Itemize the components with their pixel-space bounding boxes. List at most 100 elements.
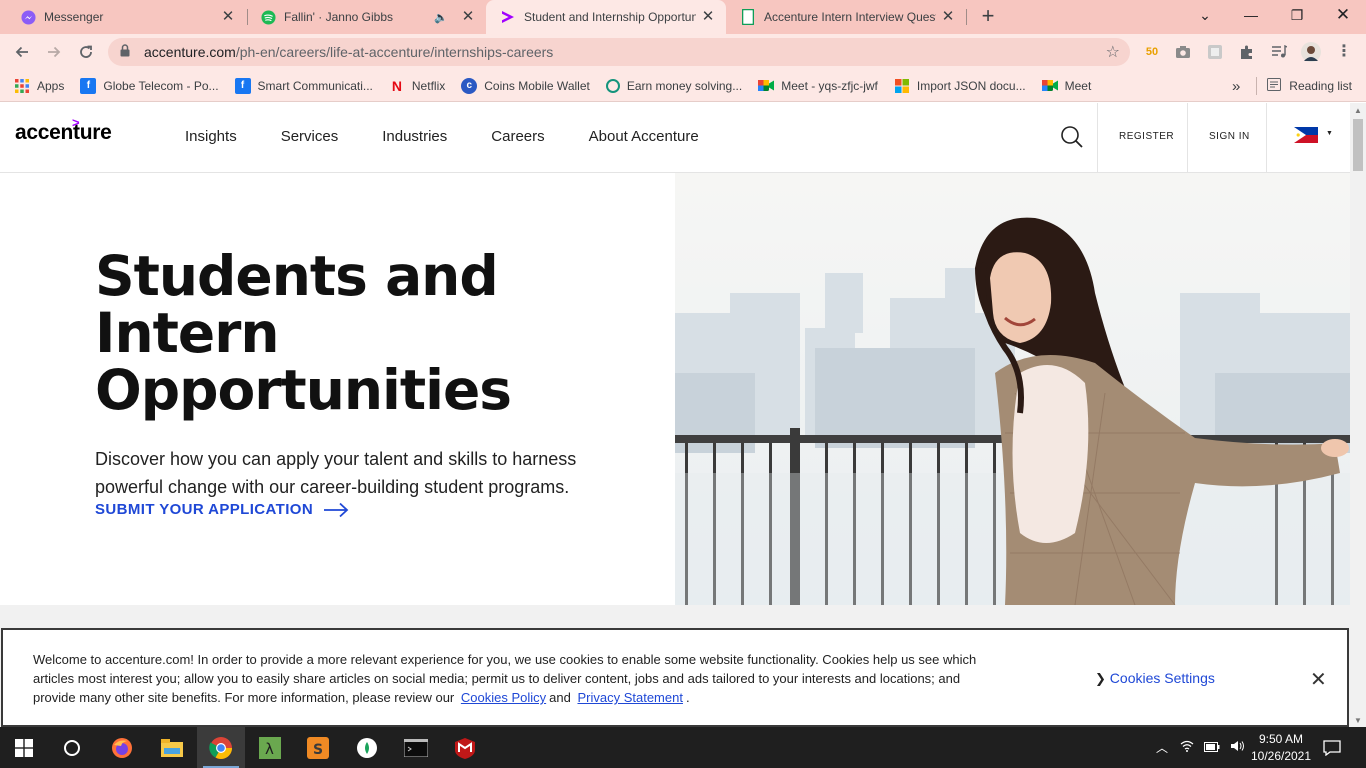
cortana-search-icon[interactable]	[48, 727, 96, 768]
bookmark-meet[interactable]: Meet	[1041, 78, 1091, 94]
sign-in-button[interactable]: SIGN IN	[1209, 131, 1250, 142]
lock-icon[interactable]	[120, 44, 134, 60]
search-icon[interactable]	[1060, 125, 1084, 149]
bookmarks-overflow-button[interactable]: »	[1232, 78, 1240, 95]
wifi-icon[interactable]	[1180, 740, 1194, 755]
close-tab-icon[interactable]: ✕	[700, 9, 716, 25]
notifications-icon[interactable]	[1310, 727, 1354, 768]
profile-avatar[interactable]	[1301, 42, 1321, 62]
tab-title: Accenture Intern Interview Quest	[764, 10, 936, 24]
extensions-puzzle-icon[interactable]	[1237, 42, 1257, 62]
bookmark-apps[interactable]: Apps	[14, 78, 64, 94]
tab-messenger[interactable]: Messenger ✕	[6, 0, 246, 34]
minimize-button[interactable]: —	[1228, 0, 1274, 30]
sheets-icon	[740, 9, 756, 25]
chevron-right-icon: ❯	[1095, 671, 1106, 686]
close-icon[interactable]: ✕	[1310, 667, 1327, 692]
scrollbar-thumb[interactable]	[1353, 119, 1363, 171]
bookmark-coins[interactable]: c Coins Mobile Wallet	[461, 77, 590, 94]
cookies-settings-link[interactable]: ❯ Cookies Settings	[1095, 670, 1215, 687]
firefox-icon[interactable]	[98, 727, 146, 768]
back-button[interactable]	[8, 38, 36, 66]
reload-button[interactable]	[72, 38, 100, 66]
terminal-icon[interactable]	[392, 727, 440, 768]
cookies-policy-link[interactable]: Cookies Policy	[461, 690, 546, 705]
file-explorer-icon[interactable]	[148, 727, 196, 768]
nav-about-accenture[interactable]: About Accenture	[589, 128, 699, 145]
battery-icon[interactable]	[1204, 741, 1220, 755]
screenshot-extension-icon[interactable]	[1173, 42, 1193, 62]
privacy-statement-link[interactable]: Privacy Statement	[577, 690, 683, 705]
scroll-down-icon[interactable]: ▼	[1354, 716, 1362, 725]
nav-careers[interactable]: Careers	[491, 128, 544, 145]
cookie-message: Welcome to accenture.com! In order to pr…	[33, 650, 998, 707]
restore-button[interactable]: ❐	[1274, 0, 1320, 30]
hero-text: Students and Intern Opportunities Discov…	[95, 248, 675, 501]
new-tab-button[interactable]: +	[976, 4, 1000, 28]
bookmark-globe-telecom[interactable]: f Globe Telecom - Po...	[80, 77, 219, 94]
chrome-taskbar-icon[interactable]	[197, 727, 245, 768]
audio-playing-icon[interactable]: 🔈	[434, 11, 448, 24]
accenture-icon	[500, 9, 516, 25]
close-tab-icon[interactable]: ✕	[940, 9, 956, 25]
lambda-app-icon[interactable]: λ	[246, 727, 294, 768]
meet-icon	[758, 78, 775, 94]
mcafee-icon[interactable]	[441, 727, 489, 768]
tab-search-icon[interactable]: ⌄	[1182, 0, 1228, 30]
forward-button[interactable]	[40, 38, 68, 66]
country-dropdown-caret-icon[interactable]: ▼	[1326, 130, 1333, 137]
close-tab-icon[interactable]: ✕	[460, 9, 476, 25]
system-clock[interactable]: 9:50 AM 10/26/2021	[1248, 731, 1314, 765]
volume-icon[interactable]	[1230, 740, 1246, 755]
bookmark-star-icon[interactable]: ☆	[1106, 42, 1120, 62]
close-tab-icon[interactable]: ✕	[220, 9, 236, 25]
bookmark-netflix[interactable]: N Netflix	[389, 78, 445, 94]
bookmark-earn-money[interactable]: Earn money solving...	[605, 78, 743, 93]
bookmark-label: Coins Mobile Wallet	[484, 78, 590, 93]
nav-insights[interactable]: Insights	[185, 128, 237, 145]
close-window-button[interactable]: ✕	[1320, 0, 1366, 30]
show-hidden-icons-icon[interactable]: ︿	[1156, 739, 1168, 756]
bookmarks-right: » Reading list	[1232, 70, 1352, 102]
green-app-icon[interactable]	[343, 727, 391, 768]
cta-label: SUBMIT YOUR APPLICATION	[95, 501, 314, 518]
reading-list-button[interactable]: Reading list	[1289, 79, 1352, 93]
arrow-right-icon	[324, 502, 349, 517]
clock-time: 9:50 AM	[1258, 732, 1304, 746]
tab-spotify[interactable]: Fallin' · Janno Gibbs 🔈 ✕	[246, 0, 486, 34]
bookmark-label: Earn money solving...	[626, 78, 743, 93]
bookmark-label: Globe Telecom - Po...	[103, 78, 219, 93]
url-path: /ph-en/careers/life-at-accenture/interns…	[235, 44, 554, 60]
messenger-icon	[20, 9, 36, 25]
tab-title: Fallin' · Janno Gibbs	[284, 10, 394, 24]
reading-list-icon[interactable]	[1267, 78, 1282, 94]
bookmark-label: Meet - yqs-zfjc-jwf	[781, 78, 878, 93]
logo-text: accenture	[15, 121, 112, 144]
microsoft-icon	[894, 78, 910, 94]
register-button[interactable]: REGISTER	[1119, 131, 1174, 142]
sublime-text-icon[interactable]: S	[294, 727, 342, 768]
media-control-icon[interactable]	[1269, 42, 1289, 62]
spotify-icon	[260, 9, 276, 25]
nav-services[interactable]: Services	[281, 128, 339, 145]
accenture-logo[interactable]: > accenture	[15, 115, 112, 145]
tab-sheets[interactable]: Accenture Intern Interview Quest ✕	[726, 0, 966, 34]
philippines-flag-icon[interactable]	[1294, 127, 1318, 143]
coins-icon: c	[461, 77, 478, 94]
chrome-menu-icon[interactable]: ⋮	[1334, 42, 1354, 62]
submit-application-link[interactable]: SUBMIT YOUR APPLICATION	[95, 501, 349, 518]
bookmark-smart-communications[interactable]: f Smart Communicati...	[234, 77, 373, 94]
facebook-icon: f	[234, 77, 251, 94]
bookmark-import-json[interactable]: Import JSON docu...	[894, 78, 1026, 94]
extension-cashback-icon[interactable]: 50	[1142, 42, 1162, 62]
page-scrollbar[interactable]: ▲ ▼	[1350, 103, 1366, 727]
address-bar[interactable]: accenture.com/ph-en/careers/life-at-acce…	[108, 38, 1130, 66]
browser-tab-strip: Messenger ✕ Fallin' · Janno Gibbs 🔈 ✕ St…	[0, 0, 1366, 34]
nav-industries[interactable]: Industries	[382, 128, 447, 145]
windows-start-icon[interactable]	[0, 727, 48, 768]
bookmark-meet-room[interactable]: Meet - yqs-zfjc-jwf	[758, 78, 878, 94]
tab-title: Student and Internship Opportun	[524, 10, 696, 24]
scroll-up-icon[interactable]: ▲	[1354, 106, 1362, 115]
tabs-extension-icon[interactable]	[1205, 42, 1225, 62]
tab-accenture-internship[interactable]: Student and Internship Opportun ✕	[486, 0, 726, 34]
